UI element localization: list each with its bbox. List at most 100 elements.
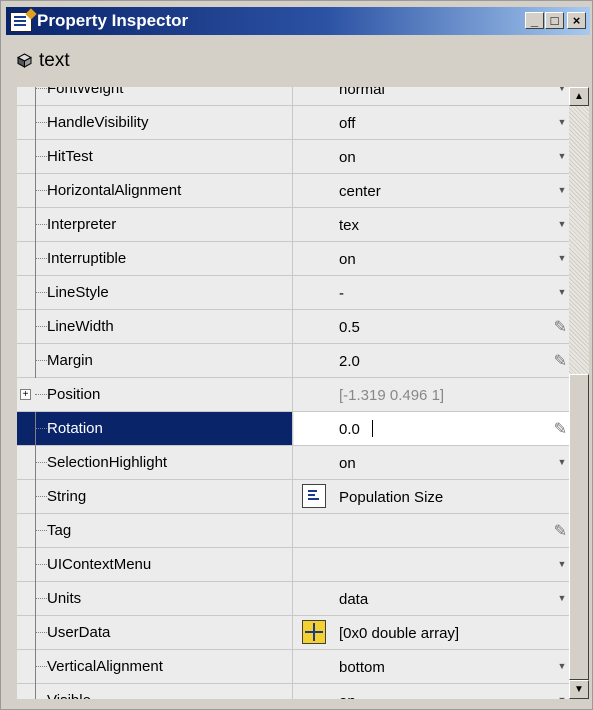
tree-connector — [35, 156, 47, 157]
pencil-icon[interactable]: ✎ — [554, 317, 567, 337]
minimize-button[interactable]: _ — [525, 12, 544, 29]
dropdown-arrow-icon[interactable]: ▼ — [557, 591, 567, 605]
property-name: Position — [47, 386, 101, 403]
maximize-button[interactable]: □ — [545, 12, 564, 29]
property-name-cell[interactable]: Visible — [17, 684, 293, 699]
property-row-tag[interactable]: Tag ✎ — [17, 514, 569, 548]
property-row-units[interactable]: Units data ▼ — [17, 582, 569, 616]
dropdown-arrow-icon[interactable]: ▼ — [557, 285, 567, 299]
property-value[interactable]: 2.0 — [339, 353, 360, 370]
property-value[interactable]: - — [339, 285, 344, 302]
property-row-line-style[interactable]: LineStyle - ▼ — [17, 276, 569, 310]
scroll-down-button[interactable]: ▼ — [569, 680, 589, 699]
pencil-icon[interactable]: ✎ — [554, 419, 567, 439]
property-row-string[interactable]: String Population Size — [17, 480, 569, 514]
property-name: HorizontalAlignment — [47, 182, 182, 199]
property-name-cell[interactable]: UserData — [17, 616, 293, 650]
scroll-thumb[interactable] — [569, 374, 589, 680]
property-row-line-width[interactable]: LineWidth 0.5 ✎ — [17, 310, 569, 344]
property-row-position[interactable]: + Position [-1.319 0.496 1] — [17, 378, 569, 412]
property-name-cell[interactable]: Rotation — [17, 412, 293, 446]
property-name-cell[interactable]: Units — [17, 582, 293, 616]
property-row-ui-context-menu[interactable]: UIContextMenu ▼ — [17, 548, 569, 582]
property-name-cell[interactable]: String — [17, 480, 293, 514]
property-name-cell[interactable]: Interpreter — [17, 208, 293, 242]
property-value[interactable]: on — [339, 149, 356, 166]
property-name-cell[interactable]: HitTest — [17, 140, 293, 174]
tree-line — [35, 446, 36, 480]
property-name-cell[interactable]: Tag — [17, 514, 293, 548]
property-row-visible[interactable]: Visibleon▼ — [17, 684, 569, 699]
dropdown-arrow-icon[interactable]: ▼ — [557, 217, 567, 231]
tree-connector — [35, 326, 47, 327]
property-value[interactable]: data — [339, 591, 368, 608]
array-editor-icon[interactable] — [302, 620, 326, 644]
property-value[interactable]: bottom — [339, 659, 385, 676]
property-name-cell[interactable]: VerticalAlignment — [17, 650, 293, 684]
tree-line — [35, 548, 36, 582]
property-row-horizontal-alignment[interactable]: HorizontalAlignment center ▼ — [17, 174, 569, 208]
dropdown-arrow-icon[interactable]: ▼ — [557, 659, 567, 673]
expand-icon[interactable]: + — [20, 389, 31, 400]
dropdown-arrow-icon[interactable]: ▼ — [557, 183, 567, 197]
property-name-cell[interactable]: FontWeight — [17, 87, 293, 106]
dropdown-arrow-icon[interactable]: ▼ — [557, 87, 567, 95]
property-row-hit-test[interactable]: HitTest on ▼ — [17, 140, 569, 174]
vertical-scrollbar[interactable]: ▲ ▼ — [569, 87, 589, 699]
tree-connector — [35, 496, 47, 497]
bottom-border — [6, 699, 590, 707]
property-name-cell[interactable]: HorizontalAlignment — [17, 174, 293, 208]
property-row-vertical-alignment[interactable]: VerticalAlignment bottom ▼ — [17, 650, 569, 684]
tree-connector — [35, 394, 47, 395]
property-row-handle-visibility[interactable]: HandleVisibility off ▼ — [17, 106, 569, 140]
pencil-icon[interactable]: ✎ — [554, 521, 567, 541]
property-name-cell[interactable]: HandleVisibility — [17, 106, 293, 140]
property-value[interactable]: Population Size — [339, 489, 443, 506]
dropdown-arrow-icon[interactable]: ▼ — [557, 455, 567, 469]
tree-connector — [35, 224, 47, 225]
tree-connector — [35, 258, 47, 259]
tree-connector — [35, 564, 47, 565]
property-row-interpreter[interactable]: Interpreter tex ▼ — [17, 208, 569, 242]
string-editor-icon[interactable] — [302, 484, 326, 508]
tree-connector — [35, 428, 47, 429]
value-editor[interactable] — [294, 412, 569, 445]
property-name-cell[interactable]: Interruptible — [17, 242, 293, 276]
property-row-interruptible[interactable]: Interruptible on ▼ — [17, 242, 569, 276]
rotation-value-input[interactable]: 0.0 — [339, 421, 360, 438]
property-value[interactable]: off — [339, 115, 355, 132]
scroll-up-button[interactable]: ▲ — [569, 87, 589, 106]
property-name-cell[interactable]: UIContextMenu — [17, 548, 293, 582]
property-name-cell[interactable]: SelectionHighlight — [17, 446, 293, 480]
property-inspector-window: Property Inspector _ □ × text FontWeight… — [0, 0, 593, 710]
property-value[interactable]: center — [339, 183, 381, 200]
property-row-rotation[interactable]: Rotation 0.0 ✎ — [17, 412, 569, 446]
property-row-font-weight[interactable]: FontWeight normal ▼ — [17, 87, 569, 106]
dropdown-arrow-icon[interactable]: ▼ — [557, 115, 567, 129]
property-value[interactable]: on — [339, 455, 356, 472]
dropdown-arrow-icon[interactable]: ▼ — [557, 557, 567, 571]
property-row-margin[interactable]: Margin 2.0 ✎ — [17, 344, 569, 378]
property-name-cell[interactable]: LineWidth — [17, 310, 293, 344]
property-row-selection-highlight[interactable]: SelectionHighlight on ▼ — [17, 446, 569, 480]
property-name-cell[interactable]: LineStyle — [17, 276, 293, 310]
property-row-user-data[interactable]: UserData [0x0 double array] — [17, 616, 569, 650]
dropdown-arrow-icon[interactable]: ▼ — [557, 251, 567, 265]
tree-line — [35, 276, 36, 310]
property-name-cell[interactable]: Margin — [17, 344, 293, 378]
close-button[interactable]: × — [567, 12, 586, 29]
property-value[interactable]: [0x0 double array] — [339, 625, 459, 642]
property-value[interactable]: normal — [339, 87, 385, 98]
property-value[interactable]: [-1.319 0.496 1] — [339, 387, 444, 404]
property-value[interactable]: on — [339, 251, 356, 268]
dropdown-arrow-icon[interactable]: ▼ — [557, 149, 567, 163]
tree-connector — [35, 666, 47, 667]
property-value[interactable]: tex — [339, 217, 359, 234]
property-name-cell[interactable]: + Position — [17, 378, 293, 411]
property-name: UserData — [47, 624, 111, 641]
pencil-icon[interactable]: ✎ — [554, 351, 567, 371]
property-value[interactable]: 0.5 — [339, 319, 360, 336]
property-name: VerticalAlignment — [47, 658, 163, 675]
title-bar[interactable]: Property Inspector _ □ × — [6, 7, 590, 35]
tree-connector — [35, 530, 47, 531]
